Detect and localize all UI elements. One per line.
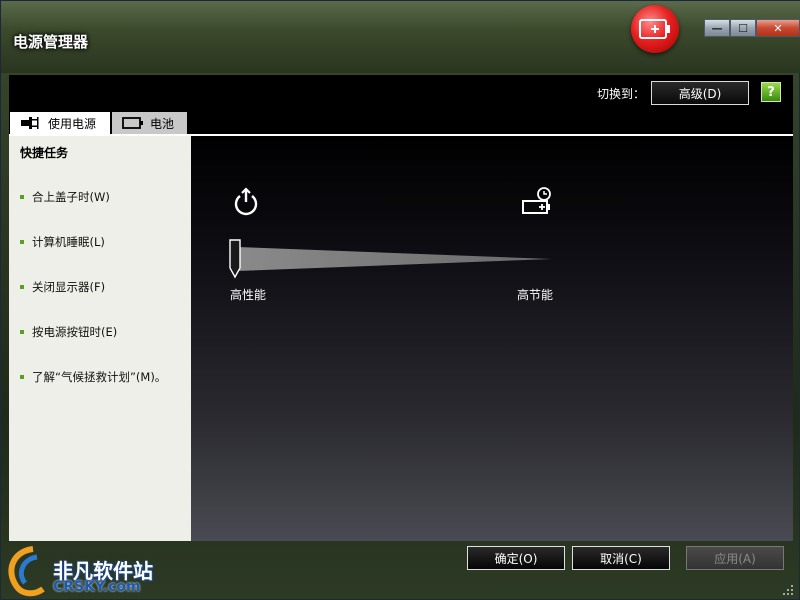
- quick-tasks-title: 快捷任务: [20, 146, 69, 160]
- advanced-button[interactable]: 高级(D): [651, 81, 749, 105]
- power-plug-icon: [21, 117, 39, 129]
- task-label: 了解“气候拯救计划”(M)。: [32, 370, 167, 384]
- tab-label: 电池: [150, 116, 175, 131]
- tab-battery[interactable]: 电池: [112, 112, 187, 134]
- switch-to-label: 切换到：: [597, 87, 646, 101]
- watermark-text-en: CRSKY.com: [53, 579, 141, 595]
- crsky-logo-icon: [8, 546, 45, 597]
- slider-track: [237, 247, 552, 271]
- task-climate-plan[interactable]: 了解“气候拯救计划”(M)。: [20, 369, 166, 385]
- quick-tasks-panel: 快捷任务 合上盖子时(W) 计算机睡眠(L) 关闭显示器(F) 按电源按钮时(E…: [9, 136, 191, 541]
- task-label: 关闭显示器(F): [32, 280, 106, 294]
- task-label: 计算机睡眠(L): [32, 235, 105, 249]
- slider-thumb: [229, 239, 241, 279]
- task-lid-close[interactable]: 合上盖子时(W): [20, 189, 110, 205]
- window-controls: — ☐ ✕: [704, 19, 800, 39]
- bullet-icon: [20, 195, 24, 199]
- close-button[interactable]: ✕: [756, 19, 800, 37]
- battery-timer-icon: [522, 187, 551, 214]
- bullet-icon: [20, 240, 24, 244]
- task-power-button[interactable]: 按电源按钮时(E): [20, 324, 117, 340]
- minimize-button[interactable]: —: [704, 19, 730, 37]
- bullet-icon: [20, 375, 24, 379]
- help-icon[interactable]: ?: [761, 82, 781, 102]
- power-plan-slider[interactable]: [227, 237, 557, 279]
- power-icon: [234, 187, 258, 216]
- resize-grip-icon[interactable]: [781, 583, 795, 597]
- power-manager-window: 电源管理器 — ☐ ✕ 切换到： 高级(D) ? 使用电源 电池 快捷任务 合上…: [0, 0, 800, 600]
- high-saving-label: 高节能: [517, 288, 554, 302]
- bullet-icon: [20, 285, 24, 289]
- task-sleep[interactable]: 计算机睡眠(L): [20, 234, 105, 250]
- bullet-icon: [20, 330, 24, 334]
- ok-button[interactable]: 确定(O): [467, 546, 565, 570]
- battery-logo-icon: [631, 5, 679, 53]
- tab-label: 使用电源: [48, 116, 97, 131]
- apply-button[interactable]: 应用(A): [686, 546, 784, 570]
- title-bar: [1, 1, 800, 73]
- power-plan-panel: [191, 136, 793, 541]
- maximize-button[interactable]: ☐: [730, 19, 756, 37]
- task-display-off[interactable]: 关闭显示器(F): [20, 279, 105, 295]
- task-label: 按电源按钮时(E): [32, 325, 118, 339]
- battery-icon: [122, 117, 143, 129]
- cancel-button[interactable]: 取消(C): [572, 546, 670, 570]
- task-label: 合上盖子时(W): [32, 190, 110, 204]
- high-performance-label: 高性能: [230, 288, 267, 302]
- window-title: 电源管理器: [13, 33, 89, 51]
- tab-power-source[interactable]: 使用电源: [10, 112, 110, 134]
